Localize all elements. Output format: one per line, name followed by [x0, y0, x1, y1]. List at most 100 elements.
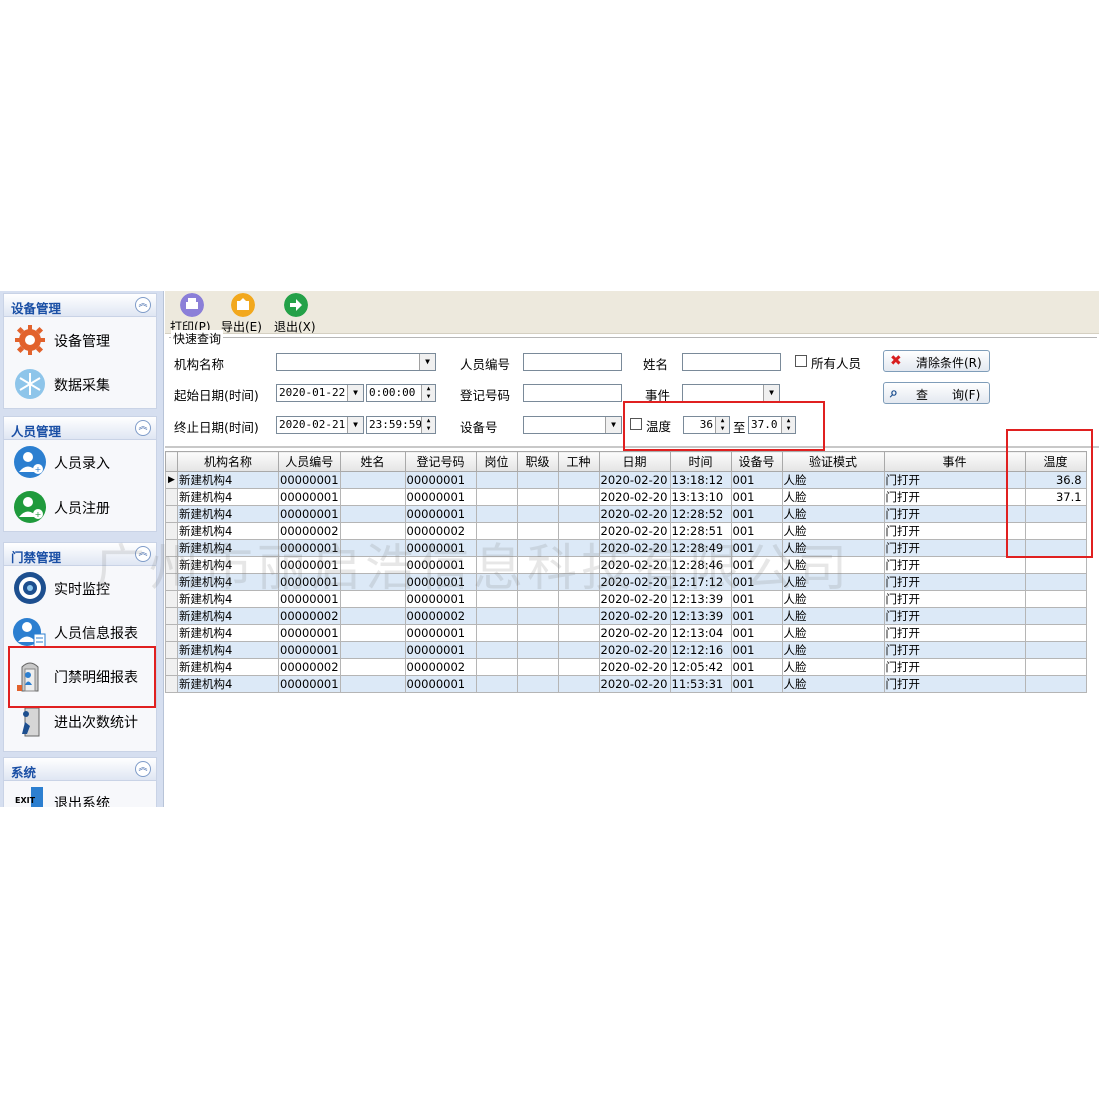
row-indicator[interactable] [165, 658, 178, 676]
column-header[interactable]: 人员编号 [278, 451, 341, 472]
collapse-icon[interactable]: ︽ [135, 420, 151, 436]
group-device-management: 设备管理 ︽ 设备管理 数据采集 [3, 293, 157, 409]
person-no-input[interactable] [523, 353, 622, 371]
door-exit-icon [22, 707, 40, 737]
table-row[interactable]: ▶ 新建机构4 00000001 00000001 2020-02-20 13:18:12… [165, 471, 1087, 489]
exit-icon: EXIT [15, 787, 43, 807]
export-button[interactable]: 导出(E) [218, 292, 268, 334]
column-header[interactable]: 岗位 [475, 451, 518, 472]
group-header[interactable]: 设备管理 ︽ [4, 294, 156, 317]
row-indicator[interactable] [165, 641, 178, 659]
table-row[interactable]: 新建机构4 00000001 00000001 2020-02-20 12:13:04 0… [165, 624, 1087, 642]
table-cell: 新建机构4 [177, 505, 279, 523]
column-header[interactable]: 机构名称 [177, 451, 279, 472]
table-cell [516, 675, 559, 693]
row-indicator[interactable] [165, 675, 178, 693]
print-button[interactable]: 打印(P) [167, 292, 217, 334]
table-cell: 001 [730, 624, 783, 642]
reg-no-input[interactable] [523, 384, 622, 402]
group-title: 设备管理 [11, 301, 62, 316]
column-header[interactable]: 日期 [598, 451, 671, 472]
group-system: 系统 ︽ EXIT 退出系统 [3, 757, 157, 807]
printer-icon [180, 293, 204, 317]
svg-text:EXIT: EXIT [15, 796, 36, 805]
group-title: 人员管理 [11, 424, 62, 439]
table-row[interactable]: 新建机构4 00000001 00000001 2020-02-20 11:53:31 0… [165, 675, 1087, 693]
all-persons-checkbox[interactable] [795, 355, 807, 367]
column-header[interactable]: 设备号 [730, 451, 783, 472]
column-header[interactable]: 事件 [883, 451, 1026, 472]
query-button[interactable]: ⌕ 查 询(F) [883, 382, 990, 404]
table-row[interactable]: 新建机构4 00000002 00000002 2020-02-20 12:05:42 0… [165, 658, 1087, 676]
chevron-down-icon[interactable]: ▼ [419, 354, 435, 370]
table-cell: 00000001 [404, 641, 477, 659]
group-header[interactable]: 系统 ︽ [4, 758, 156, 781]
column-header[interactable]: 工种 [557, 451, 600, 472]
sidebar-item-label: 人员录入 [54, 456, 110, 472]
table-cell: 新建机构4 [177, 624, 279, 642]
table-row[interactable]: 新建机构4 00000001 00000001 2020-02-20 13:13:10 0… [165, 488, 1087, 506]
table-row[interactable]: 新建机构4 00000002 00000002 2020-02-20 12:13:39 0… [165, 607, 1087, 625]
event-select[interactable]: ▼ [682, 384, 780, 402]
table-header-row: 机构名称 人员编号 姓名 登记号码 岗位 职级 工种 日期 时间 设备号 验证模式 事件 温度 [165, 451, 1087, 472]
start-date-input[interactable]: 2020-01-22 ▼ [276, 384, 364, 402]
table-row[interactable]: 新建机构4 00000001 00000001 2020-02-20 12:28:52 0… [165, 505, 1087, 523]
group-header[interactable]: 人员管理 ︽ [4, 417, 156, 440]
clear-conditions-button[interactable]: ✖ 清除条件(R) [883, 350, 990, 372]
table-cell [339, 641, 406, 659]
table-cell [516, 488, 559, 506]
sidebar-item-exit-system[interactable]: EXIT 退出系统 [4, 782, 156, 807]
table-row[interactable]: 新建机构4 00000001 00000001 2020-02-20 12:12:16 0… [165, 641, 1087, 659]
collapse-icon[interactable]: ︽ [135, 761, 151, 777]
row-indicator[interactable]: ▶ [165, 471, 178, 489]
row-indicator-header [165, 451, 178, 472]
table-cell [557, 641, 600, 659]
sidebar-item-person-register[interactable]: + 人员注册 [4, 487, 156, 527]
table-cell [1024, 573, 1087, 591]
calendar-dropdown-icon[interactable]: ▼ [347, 385, 363, 401]
spinner-icon[interactable]: ▲ ▼ [421, 385, 435, 401]
sidebar-item-device-management[interactable]: 设备管理 [4, 320, 156, 360]
table-cell: 12:05:42 [669, 658, 732, 676]
sidebar-item-label: 人员注册 [54, 501, 110, 517]
table-cell: 门打开 [883, 522, 1026, 540]
table-cell [557, 607, 600, 625]
exit-button[interactable]: 退出(X) [271, 292, 321, 334]
end-time-input[interactable]: 23:59:59 ▲ ▼ [366, 416, 436, 434]
sidebar-item-label: 进出次数统计 [54, 715, 138, 731]
column-header[interactable]: 时间 [669, 451, 732, 472]
chevron-down-icon[interactable]: ▼ [763, 385, 779, 401]
table-cell [475, 607, 518, 625]
column-header[interactable]: 登记号码 [404, 451, 477, 472]
column-header[interactable]: 验证模式 [781, 451, 885, 472]
sidebar-item-data-collection[interactable]: 数据采集 [4, 364, 156, 404]
org-select[interactable]: ▼ [276, 353, 436, 371]
table-cell: 门打开 [883, 607, 1026, 625]
row-indicator[interactable] [165, 505, 178, 523]
sidebar-item-person-entry[interactable]: + 人员录入 [4, 442, 156, 482]
table-cell [475, 641, 518, 659]
user-add-icon: + [14, 446, 46, 478]
start-time-input[interactable]: 0:00:00 ▲ ▼ [366, 384, 436, 402]
column-header[interactable]: 职级 [516, 451, 559, 472]
name-input[interactable] [682, 353, 781, 371]
calendar-dropdown-icon[interactable]: ▼ [347, 417, 363, 433]
row-indicator[interactable] [165, 607, 178, 625]
row-indicator[interactable] [165, 488, 178, 506]
table-cell [475, 624, 518, 642]
exit-label: 退出(X) [274, 320, 316, 334]
table-cell: 人脸 [781, 488, 885, 506]
collapse-icon[interactable]: ︽ [135, 297, 151, 313]
end-time-value: 23:59:59 [369, 418, 422, 431]
table-cell: 2020-02-20 [598, 488, 671, 506]
end-date-input[interactable]: 2020-02-21 ▼ [276, 416, 364, 434]
table-cell [516, 658, 559, 676]
group-personnel-management: 人员管理 ︽ + 人员录入 + 人员注册 [3, 416, 157, 532]
spinner-icon[interactable]: ▲ ▼ [421, 417, 435, 433]
table-cell [557, 471, 600, 489]
column-header[interactable]: 姓名 [339, 451, 406, 472]
device-select[interactable]: ▼ [523, 416, 622, 434]
table-cell [1024, 675, 1087, 693]
chevron-down-icon[interactable]: ▼ [605, 417, 621, 433]
row-indicator[interactable] [165, 624, 178, 642]
